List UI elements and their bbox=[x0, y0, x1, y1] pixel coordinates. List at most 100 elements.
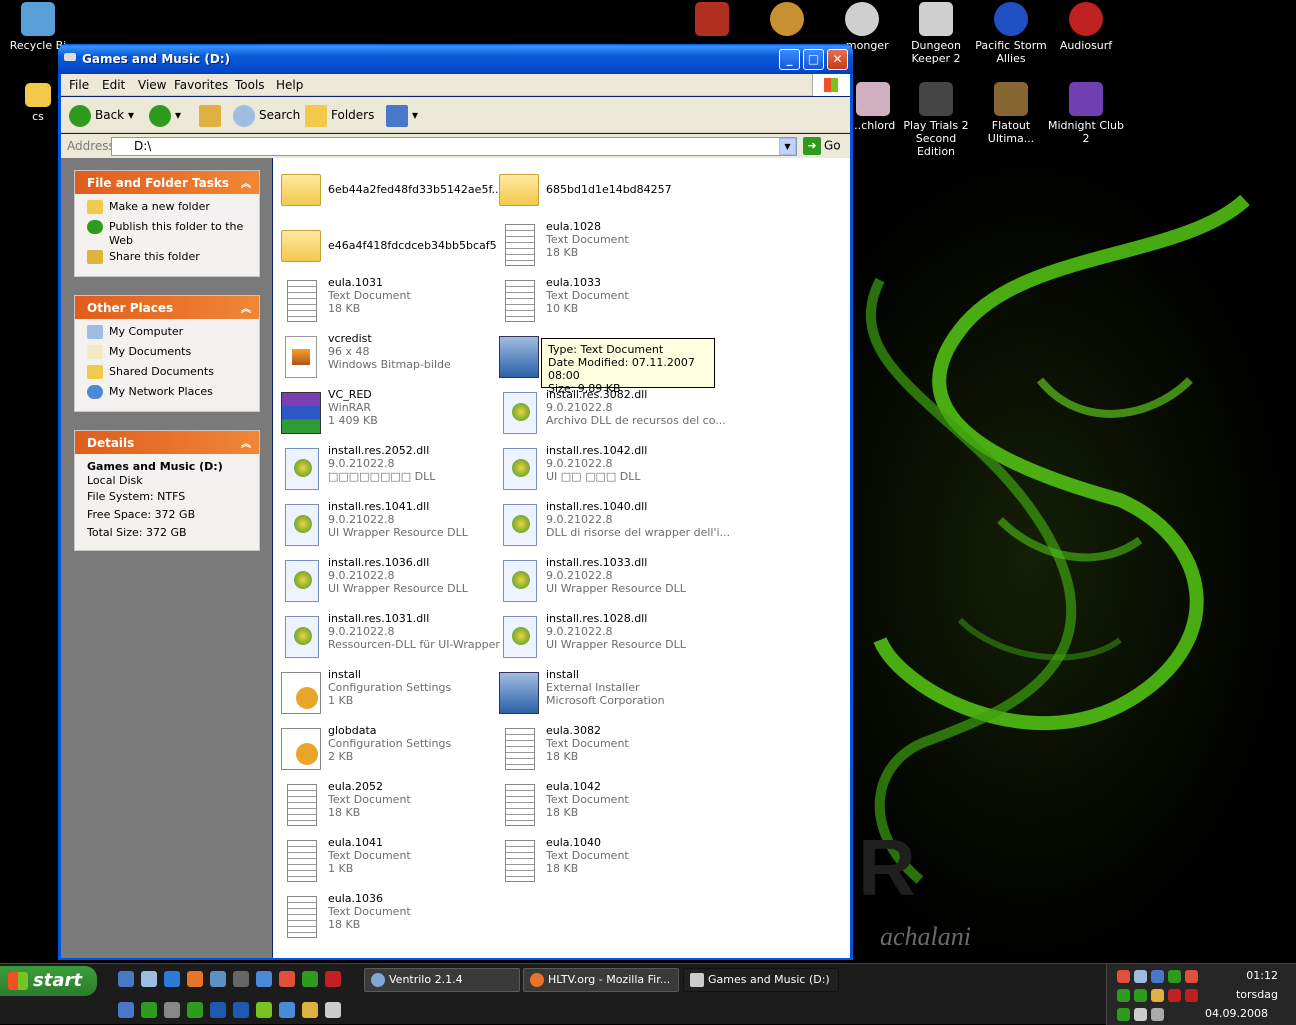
minimize-button[interactable]: _ bbox=[779, 49, 800, 70]
file-item[interactable]: eula.1028 Text Document 18 KB bbox=[499, 220, 714, 270]
file-item[interactable]: eula.1036 Text Document 18 KB bbox=[281, 892, 496, 942]
file-item[interactable]: 6eb44a2fed48fd33b5142ae5f... bbox=[281, 164, 502, 214]
tray-icon[interactable] bbox=[1185, 970, 1198, 983]
address-input[interactable]: D:\ bbox=[111, 137, 797, 156]
tray-icon[interactable] bbox=[1168, 989, 1181, 1002]
maximize-button[interactable]: □ bbox=[803, 49, 824, 70]
clock-time[interactable]: 01:12 bbox=[1246, 969, 1278, 982]
quick-launch-app-icon[interactable] bbox=[325, 1002, 341, 1018]
file-item[interactable]: install.res.1033.dll 9.0.21022.8 UI Wrappe… bbox=[499, 556, 714, 606]
desktop-icon-audiosurf[interactable]: Audiosurf bbox=[1048, 2, 1124, 52]
file-item[interactable]: install.res.1036.dll 9.0.21022.8 UI Wrappe… bbox=[281, 556, 496, 606]
file-item[interactable]: vcredist 96 x 48 Windows Bitmap-bilde bbox=[281, 332, 496, 382]
desktop-icon-flatout[interactable]: Flatout Ultima... bbox=[973, 82, 1049, 145]
file-item[interactable]: eula.1042 Text Document 18 KB bbox=[499, 780, 714, 830]
tray-icon[interactable] bbox=[1168, 970, 1181, 983]
menu-file[interactable]: File bbox=[69, 78, 89, 92]
quick-launch-app-icon[interactable] bbox=[256, 971, 272, 987]
quick-launch-app-icon[interactable] bbox=[256, 1002, 272, 1018]
quick-launch-app-icon[interactable] bbox=[233, 971, 249, 987]
my-documents-link[interactable]: My Documents bbox=[87, 345, 259, 365]
tray-icon[interactable] bbox=[1117, 1008, 1130, 1021]
desktop-icon-midnight-club-2[interactable]: Midnight Club 2 bbox=[1048, 82, 1124, 145]
file-item[interactable]: eula.1031 Text Document 18 KB bbox=[281, 276, 496, 326]
file-item[interactable]: eula.1040 Text Document 18 KB bbox=[499, 836, 714, 886]
tray-icon[interactable] bbox=[1134, 1008, 1147, 1021]
desktop-icon-pacific-storm[interactable]: Pacific Storm Allies bbox=[973, 2, 1049, 65]
quick-launch-app-icon[interactable] bbox=[164, 1002, 180, 1018]
quick-launch-app-icon[interactable] bbox=[141, 971, 157, 987]
file-item[interactable]: eula.1041 Text Document 1 KB bbox=[281, 836, 496, 886]
tray-icon[interactable] bbox=[1117, 989, 1130, 1002]
file-item[interactable]: install.res.1028.dll 9.0.21022.8 UI Wrappe… bbox=[499, 612, 714, 662]
desktop-icon-dungeon-keeper-2[interactable]: Dungeon Keeper 2 bbox=[898, 2, 974, 65]
title-bar[interactable]: Games and Music (D:) _ □ ✕ bbox=[58, 44, 853, 74]
quick-launch-app-icon[interactable] bbox=[233, 1002, 249, 1018]
file-item[interactable]: install.res.2052.dll 9.0.21022.8 □□□□□□□□ … bbox=[281, 444, 496, 494]
quick-launch-app-icon[interactable] bbox=[187, 1002, 203, 1018]
quick-launch-app-icon[interactable] bbox=[118, 971, 134, 987]
menu-help[interactable]: Help bbox=[276, 78, 303, 92]
tray-icon[interactable] bbox=[1151, 1008, 1164, 1021]
file-folder-tasks-header[interactable]: File and Folder Tasks ︽ bbox=[75, 171, 259, 194]
forward-button[interactable]: ▾ bbox=[149, 103, 181, 127]
file-item[interactable]: install.res.3082.dll 9.0.21022.8 Archivo D… bbox=[499, 388, 726, 438]
views-button[interactable]: ▾ bbox=[386, 103, 418, 127]
go-button[interactable]: ➜ Go bbox=[803, 137, 841, 155]
file-item[interactable]: eula.3082 Text Document 18 KB bbox=[499, 724, 714, 774]
menu-tools[interactable]: Tools bbox=[235, 78, 265, 92]
tray-icon[interactable] bbox=[1151, 989, 1164, 1002]
shared-documents-link[interactable]: Shared Documents bbox=[87, 365, 259, 385]
file-item[interactable]: e46a4f418fdcdceb34bb5bcaf5 bbox=[281, 220, 497, 270]
menu-view[interactable]: View bbox=[138, 78, 166, 92]
tray-icon[interactable] bbox=[1134, 989, 1147, 1002]
folders-button[interactable]: Folders bbox=[305, 103, 374, 127]
file-item[interactable]: install.res.1042.dll 9.0.21022.8 UI □□ □□□… bbox=[499, 444, 714, 494]
file-item[interactable]: eula.1033 Text Document 10 KB bbox=[499, 276, 714, 326]
file-item[interactable]: install External Installer Microsoft Corpo… bbox=[499, 668, 714, 718]
my-computer-link[interactable]: My Computer bbox=[87, 325, 259, 345]
quick-launch-app-icon[interactable] bbox=[279, 1002, 295, 1018]
task-ventrilo[interactable]: Ventrilo 2.1.4 bbox=[364, 968, 520, 992]
collapse-chevron-icon[interactable]: ︽ bbox=[241, 175, 251, 190]
file-item[interactable]: install Configuration Settings 1 KB bbox=[281, 668, 496, 718]
menu-edit[interactable]: Edit bbox=[102, 78, 125, 92]
menu-favorites[interactable]: Favorites bbox=[174, 78, 228, 92]
my-network-places-link[interactable]: My Network Places bbox=[87, 385, 259, 405]
file-item[interactable]: install.res.1041.dll 9.0.21022.8 UI Wrappe… bbox=[281, 500, 496, 550]
file-item[interactable]: globdata Configuration Settings 2 KB bbox=[281, 724, 496, 774]
address-dropdown-button[interactable]: ▼ bbox=[779, 138, 796, 155]
search-button[interactable]: Search bbox=[233, 103, 300, 127]
quick-launch-app-icon[interactable] bbox=[279, 971, 295, 987]
file-item[interactable]: VC_RED WinRAR 1 409 KB bbox=[281, 388, 496, 438]
task-firefox[interactable]: HLTV.org - Mozilla Fir... bbox=[523, 968, 679, 992]
quick-launch-app-icon[interactable] bbox=[210, 1002, 226, 1018]
details-header[interactable]: Details ︽ bbox=[75, 431, 259, 454]
quick-launch-app-icon[interactable] bbox=[118, 1002, 134, 1018]
other-places-header[interactable]: Other Places ︽ bbox=[75, 296, 259, 319]
quick-launch-app-icon[interactable] bbox=[302, 971, 318, 987]
desktop-icon-battlefield[interactable] bbox=[674, 2, 750, 39]
back-button[interactable]: Back ▾ bbox=[69, 103, 134, 127]
file-item[interactable]: install.res.1031.dll 9.0.21022.8 Ressource… bbox=[281, 612, 500, 662]
task-explorer[interactable]: Games and Music (D:) bbox=[683, 968, 839, 992]
quick-launch-app-icon[interactable] bbox=[210, 971, 226, 987]
tray-icon[interactable] bbox=[1134, 970, 1147, 983]
quick-launch-app-icon[interactable] bbox=[164, 971, 180, 987]
tray-icon[interactable] bbox=[1151, 970, 1164, 983]
file-item[interactable]: 685bd1d1e14bd84257 bbox=[499, 164, 714, 214]
start-button[interactable]: start bbox=[0, 966, 97, 996]
quick-launch-app-icon[interactable] bbox=[325, 971, 341, 987]
make-new-folder-link[interactable]: Make a new folder bbox=[87, 200, 259, 220]
desktop-icon-trials-2[interactable]: Play Trials 2 Second Edition bbox=[898, 82, 974, 158]
collapse-chevron-icon[interactable]: ︽ bbox=[241, 300, 251, 315]
up-folder-button[interactable] bbox=[199, 103, 225, 127]
desktop-icon-unreal[interactable] bbox=[749, 2, 825, 39]
quick-launch-app-icon[interactable] bbox=[302, 1002, 318, 1018]
publish-web-link[interactable]: Publish this folder to the Web bbox=[87, 220, 259, 250]
quick-launch-app-icon[interactable] bbox=[141, 1002, 157, 1018]
file-item[interactable]: install.res.1040.dll 9.0.21022.8 DLL di ri… bbox=[499, 500, 730, 550]
tray-icon[interactable] bbox=[1117, 970, 1130, 983]
collapse-chevron-icon[interactable]: ︽ bbox=[241, 435, 251, 450]
tray-icon[interactable] bbox=[1185, 989, 1198, 1002]
